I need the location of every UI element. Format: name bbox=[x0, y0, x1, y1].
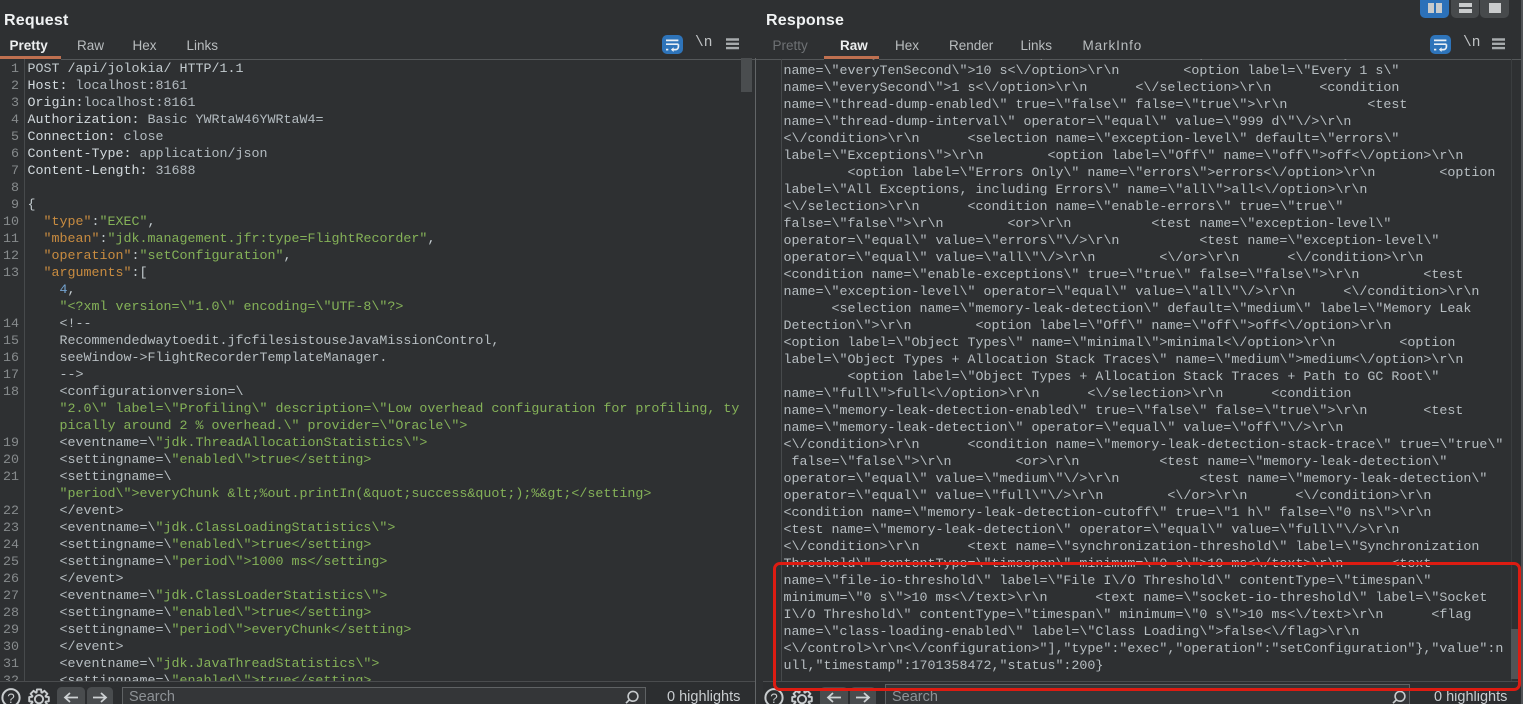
svg-text:?: ? bbox=[7, 691, 15, 704]
svg-text:?: ? bbox=[770, 691, 778, 704]
